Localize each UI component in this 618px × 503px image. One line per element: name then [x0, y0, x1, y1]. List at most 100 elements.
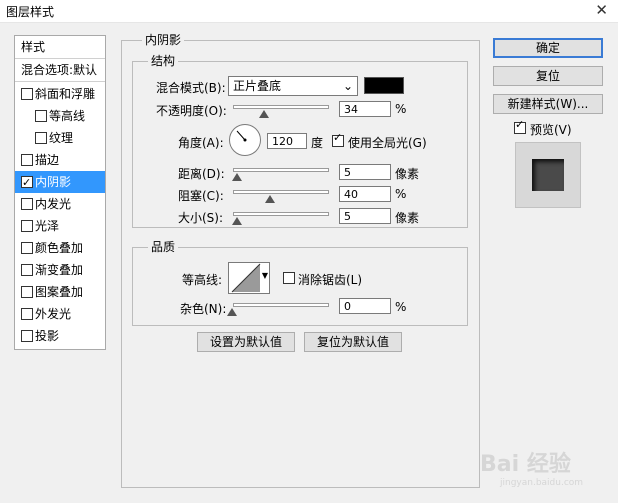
style-item[interactable]: 渐变叠加 — [15, 259, 105, 281]
ok-button[interactable]: 确定 — [493, 38, 603, 58]
window-title: 图层样式 — [6, 5, 55, 19]
close-icon[interactable]: ✕ — [595, 1, 608, 19]
style-item-label: 描边 — [35, 153, 60, 167]
choke-label: 阻塞(C): — [178, 189, 224, 203]
shadow-color-swatch[interactable] — [364, 77, 404, 94]
checkbox-icon[interactable] — [35, 132, 47, 144]
checkbox-icon[interactable] — [21, 264, 33, 276]
blend-options-item[interactable]: 混合选项:默认 — [15, 59, 105, 82]
style-item-label: 等高线 — [49, 109, 86, 123]
checkbox-icon[interactable] — [21, 154, 33, 166]
preview-label: 预览(V) — [530, 123, 572, 137]
style-item-label: 光泽 — [35, 219, 60, 233]
preview-square — [532, 159, 564, 191]
style-item-label: 图案叠加 — [35, 285, 84, 299]
blend-options-label: 混合选项:默认 — [21, 63, 98, 77]
opacity-slider-thumb[interactable] — [259, 110, 269, 118]
style-item[interactable]: 内阴影 — [15, 171, 105, 194]
choke-unit: % — [395, 187, 407, 201]
style-item[interactable]: 外发光 — [15, 303, 105, 325]
style-item[interactable]: 图案叠加 — [15, 281, 105, 303]
size-unit: 像素 — [395, 211, 420, 225]
style-item-label: 内阴影 — [35, 175, 72, 189]
checkbox-icon[interactable] — [21, 172, 33, 194]
style-item-label: 内发光 — [35, 197, 72, 211]
angle-dial[interactable] — [229, 124, 261, 156]
quality-title: 品质 — [148, 238, 179, 255]
noise-unit: % — [395, 300, 407, 314]
distance-label: 距离(D): — [178, 167, 225, 181]
style-item-label: 渐变叠加 — [35, 263, 84, 277]
style-item-label: 纹理 — [49, 131, 74, 145]
checkbox-icon — [283, 272, 295, 284]
size-slider[interactable] — [233, 212, 329, 216]
checkbox-icon[interactable] — [21, 198, 33, 210]
watermark-logo: Bai 经验 jingyan.baidu.com — [480, 452, 584, 488]
global-light-checkbox[interactable] — [331, 131, 345, 148]
new-style-button[interactable]: 新建样式(W)... — [493, 94, 603, 114]
size-label: 大小(S): — [178, 211, 224, 225]
checkbox-icon[interactable] — [21, 308, 33, 320]
choke-input[interactable]: 40 — [339, 186, 391, 202]
blend-mode-value: 正片叠底 — [233, 79, 282, 93]
contour-label: 等高线: — [182, 273, 223, 287]
panel-title: 内阴影 — [142, 31, 185, 48]
opacity-unit: % — [395, 102, 407, 116]
choke-slider[interactable] — [233, 190, 329, 194]
style-preview-thumbnail — [515, 142, 581, 208]
blend-mode-select[interactable]: 正片叠底 ⌄ — [228, 76, 358, 96]
style-item[interactable]: 纹理 — [15, 127, 105, 149]
style-item-label: 颜色叠加 — [35, 241, 84, 255]
reset-default-button[interactable]: 复位为默认值 — [304, 332, 402, 352]
caret-down-icon: ▼ — [261, 271, 268, 280]
checkbox-icon — [332, 131, 344, 147]
size-input[interactable]: 5 — [339, 208, 391, 224]
checkbox-icon[interactable] — [21, 242, 33, 254]
checkbox-icon[interactable] — [21, 220, 33, 232]
choke-slider-thumb[interactable] — [265, 195, 275, 203]
angle-label: 角度(A): — [178, 136, 224, 150]
opacity-input[interactable]: 34 — [339, 101, 391, 117]
anti-alias-label: 消除锯齿(L) — [298, 273, 363, 287]
make-default-button[interactable]: 设置为默认值 — [197, 332, 295, 352]
chevron-down-icon: ⌄ — [342, 79, 353, 93]
style-item[interactable]: 描边 — [15, 149, 105, 171]
style-item[interactable]: 内发光 — [15, 193, 105, 215]
style-item[interactable]: 颜色叠加 — [15, 237, 105, 259]
distance-slider[interactable] — [233, 168, 329, 172]
styles-header-label: 样式 — [21, 40, 46, 54]
noise-label: 杂色(N): — [180, 302, 227, 316]
contour-picker[interactable]: ▼ — [228, 262, 270, 294]
structure-title: 结构 — [148, 52, 179, 69]
reset-button[interactable]: 复位 — [493, 66, 603, 86]
global-light-label: 使用全局光(G) — [348, 136, 427, 150]
checkbox-icon — [514, 118, 526, 134]
contour-preview-icon — [231, 263, 261, 293]
checkbox-icon[interactable] — [21, 286, 33, 298]
checkbox-icon[interactable] — [35, 110, 47, 122]
distance-input[interactable]: 5 — [339, 164, 391, 180]
distance-unit: 像素 — [395, 167, 420, 181]
size-slider-thumb[interactable] — [232, 217, 242, 225]
angle-unit: 度 — [311, 136, 324, 150]
opacity-label: 不透明度(O): — [156, 104, 227, 118]
distance-slider-thumb[interactable] — [232, 173, 242, 181]
anti-alias-checkbox[interactable] — [282, 271, 296, 285]
style-item-label: 投影 — [35, 329, 60, 343]
styles-list: 样式 混合选项:默认 斜面和浮雕等高线纹理描边内阴影内发光光泽颜色叠加渐变叠加图… — [14, 35, 106, 350]
blend-mode-label: 混合模式(B): — [156, 81, 226, 95]
style-item[interactable]: 投影 — [15, 325, 105, 347]
style-item[interactable]: 等高线 — [15, 105, 105, 127]
preview-checkbox[interactable] — [513, 118, 527, 135]
styles-list-header[interactable]: 样式 — [15, 36, 105, 59]
opacity-slider[interactable] — [233, 105, 329, 109]
noise-slider[interactable] — [233, 303, 329, 307]
checkbox-icon[interactable] — [21, 88, 33, 100]
angle-input[interactable]: 120 — [267, 133, 307, 149]
noise-input[interactable]: 0 — [339, 298, 391, 314]
style-item[interactable]: 斜面和浮雕 — [15, 83, 105, 105]
style-item[interactable]: 光泽 — [15, 215, 105, 237]
style-item-label: 外发光 — [35, 307, 72, 321]
noise-slider-thumb[interactable] — [227, 308, 237, 316]
checkbox-icon[interactable] — [21, 330, 33, 342]
